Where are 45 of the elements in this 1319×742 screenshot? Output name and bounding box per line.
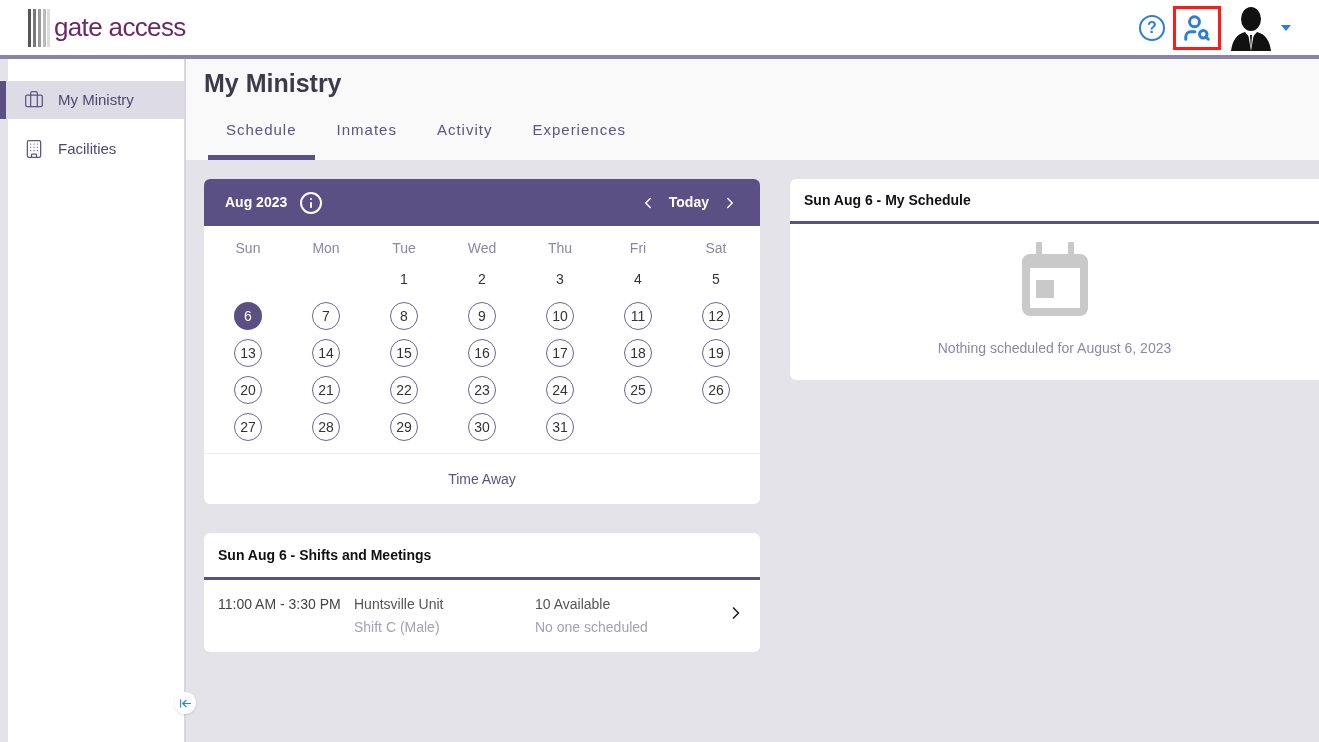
calendar-day[interactable]: 2 bbox=[468, 265, 496, 293]
tab[interactable]: Schedule bbox=[208, 118, 315, 160]
shift-name: Shift C (Male) bbox=[354, 618, 441, 637]
logo-icon bbox=[28, 8, 50, 47]
weekday-label: Mon bbox=[312, 239, 340, 258]
shifts-title: Sun Aug 6 - Shifts and Meetings bbox=[218, 545, 432, 565]
empty-message: Nothing scheduled for August 6, 2023 bbox=[937, 339, 1172, 358]
sidebar-item[interactable]: Facilities bbox=[8, 130, 184, 168]
shift-place: Huntsville Unit bbox=[354, 595, 445, 614]
weekday-label: Wed bbox=[467, 239, 497, 258]
user-search-button[interactable] bbox=[1173, 5, 1221, 50]
weekday-label: Thu bbox=[547, 239, 573, 258]
info-icon bbox=[299, 190, 324, 215]
briefcase-icon bbox=[24, 90, 44, 110]
calendar-day[interactable]: 1 bbox=[390, 265, 418, 293]
calendar-day[interactable]: 6 bbox=[234, 302, 262, 330]
collapse-icon bbox=[178, 696, 192, 710]
my-schedule-title: Sun Aug 6 - My Schedule bbox=[804, 190, 971, 210]
calendar-day[interactable]: 4 bbox=[624, 265, 652, 293]
calendar-icon bbox=[1021, 242, 1088, 316]
weekday-label: Tue bbox=[392, 239, 416, 258]
logo-text: gate access bbox=[54, 11, 186, 44]
shift-time: 11:00 AM - 3:30 PM bbox=[218, 595, 342, 614]
month-label: Aug 2023 bbox=[225, 193, 288, 212]
collapse-button[interactable] bbox=[174, 692, 196, 714]
avatar-icon[interactable] bbox=[1229, 4, 1273, 51]
calendar-day[interactable]: 3 bbox=[546, 265, 574, 293]
today-button[interactable]: Today bbox=[668, 192, 709, 213]
calendar-day[interactable]: 5 bbox=[702, 265, 730, 293]
scheduled-status: No one scheduled bbox=[535, 618, 649, 637]
shift-row[interactable]: 11:00 AM - 3:30 PM Huntsville Unit Shift C (Male) 10 Available No one scheduled bbox=[204, 580, 760, 652]
page-title: My Ministry bbox=[204, 68, 343, 99]
user-search-icon bbox=[1182, 12, 1212, 43]
building-icon bbox=[24, 139, 44, 159]
weekday-label: Fri bbox=[629, 239, 647, 258]
time-away-link[interactable]: Time Away bbox=[448, 468, 516, 490]
caret-icon[interactable] bbox=[1281, 24, 1291, 31]
sidebar-item[interactable]: My Ministry bbox=[0, 81, 184, 119]
tab[interactable]: Inmates bbox=[318, 118, 415, 160]
available-count: 10 Available bbox=[535, 595, 612, 614]
weekday-label: Sat bbox=[705, 239, 727, 258]
help-button[interactable]: ? bbox=[1139, 14, 1165, 41]
tab[interactable]: Experiences bbox=[514, 118, 644, 160]
weekday-label: Sun bbox=[235, 239, 261, 258]
tab[interactable]: Activity bbox=[418, 118, 511, 160]
